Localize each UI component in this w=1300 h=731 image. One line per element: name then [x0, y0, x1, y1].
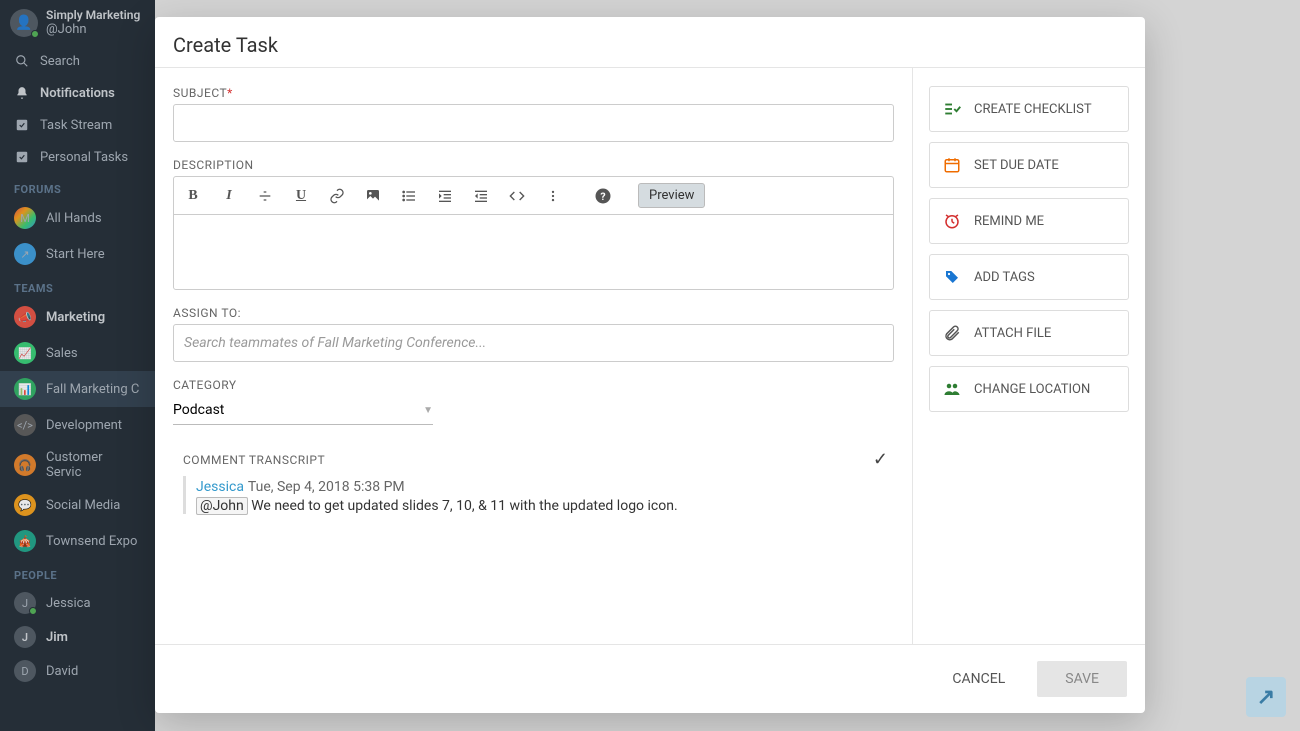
- transcript-label: COMMENT TRANSCRIPT: [173, 453, 325, 467]
- description-label: DESCRIPTION: [173, 158, 894, 172]
- svg-text:?: ?: [600, 189, 605, 202]
- category-label: CATEGORY: [173, 378, 894, 392]
- italic-button[interactable]: I: [218, 185, 240, 207]
- side-button-label: CHANGE LOCATION: [974, 382, 1090, 397]
- brand-badge[interactable]: ↗: [1246, 677, 1286, 717]
- remind-me-button[interactable]: REMIND ME: [929, 198, 1129, 244]
- attach-file-button[interactable]: ATTACH FILE: [929, 310, 1129, 356]
- create-task-modal: Create Task SUBJECT* DESCRIPTION B I U: [155, 17, 1145, 713]
- category-select[interactable]: Podcast ▼: [173, 396, 433, 425]
- set-due-date-button[interactable]: SET DUE DATE: [929, 142, 1129, 188]
- transcript-meta: Jessica Tue, Sep 4, 2018 5:38 PM: [196, 476, 894, 495]
- create-checklist-button[interactable]: CREATE CHECKLIST: [929, 86, 1129, 132]
- side-button-label: SET DUE DATE: [974, 158, 1059, 173]
- assign-to-input[interactable]: [173, 324, 894, 362]
- transcript-body: @John We need to get updated slides 7, 1…: [196, 498, 894, 514]
- alarm-icon: [942, 211, 962, 231]
- tags-icon: [942, 267, 962, 287]
- brand-icon: ↗: [1257, 685, 1275, 710]
- underline-button[interactable]: U: [290, 185, 312, 207]
- subject-input[interactable]: [173, 104, 894, 142]
- list-button[interactable]: [398, 185, 420, 207]
- side-button-label: ATTACH FILE: [974, 326, 1051, 341]
- indent-button[interactable]: [434, 185, 456, 207]
- mention[interactable]: @John: [196, 497, 248, 515]
- calendar-icon: [942, 155, 962, 175]
- check-icon[interactable]: ✓: [873, 449, 894, 470]
- transcript-timestamp: Tue, Sep 4, 2018 5:38 PM: [248, 479, 405, 495]
- side-button-label: ADD TAGS: [974, 270, 1035, 285]
- add-tags-button[interactable]: ADD TAGS: [929, 254, 1129, 300]
- paperclip-icon: [942, 323, 962, 343]
- outdent-button[interactable]: [470, 185, 492, 207]
- side-button-label: REMIND ME: [974, 214, 1044, 229]
- modal-title: Create Task: [173, 33, 1127, 57]
- transcript-author[interactable]: Jessica: [196, 479, 244, 495]
- modal-body: SUBJECT* DESCRIPTION B I U ? Preview: [155, 67, 1145, 644]
- comment-transcript: Jessica Tue, Sep 4, 2018 5:38 PM @John W…: [183, 476, 894, 514]
- chevron-down-icon: ▼: [423, 405, 433, 416]
- modal-main: SUBJECT* DESCRIPTION B I U ? Preview: [155, 68, 913, 644]
- side-button-label: CREATE CHECKLIST: [974, 102, 1092, 117]
- change-location-button[interactable]: CHANGE LOCATION: [929, 366, 1129, 412]
- subject-label: SUBJECT*: [173, 86, 894, 100]
- help-button[interactable]: ?: [592, 185, 614, 207]
- transcript-text: We need to get updated slides 7, 10, & 1…: [248, 498, 678, 514]
- bold-button[interactable]: B: [182, 185, 204, 207]
- strikethrough-button[interactable]: [254, 185, 276, 207]
- save-button[interactable]: SAVE: [1037, 661, 1127, 697]
- editor-toolbar: B I U ? Preview: [173, 176, 894, 214]
- people-icon: [942, 379, 962, 399]
- checklist-icon: [942, 99, 962, 119]
- assign-to-label: ASSIGN TO:: [173, 306, 894, 320]
- code-button[interactable]: [506, 185, 528, 207]
- cancel-button[interactable]: CANCEL: [936, 661, 1021, 697]
- description-input[interactable]: [173, 214, 894, 290]
- required-asterisk: *: [227, 86, 233, 100]
- modal-sidebar: CREATE CHECKLIST SET DUE DATE REMIND ME …: [913, 68, 1145, 644]
- preview-button[interactable]: Preview: [638, 183, 705, 208]
- modal-header: Create Task: [155, 17, 1145, 67]
- modal-footer: CANCEL SAVE: [155, 644, 1145, 713]
- transcript-header: COMMENT TRANSCRIPT ✓: [173, 449, 894, 470]
- more-button[interactable]: [542, 185, 564, 207]
- category-value: Podcast: [173, 402, 224, 418]
- image-button[interactable]: [362, 185, 384, 207]
- link-button[interactable]: [326, 185, 348, 207]
